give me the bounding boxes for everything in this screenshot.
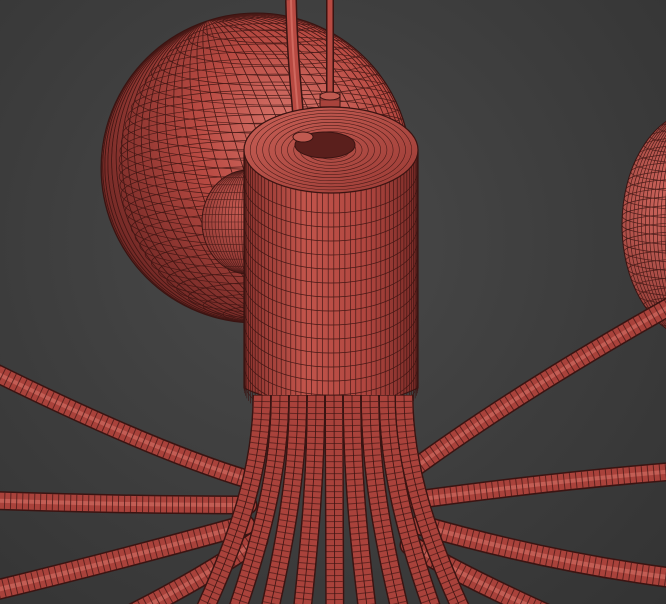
chandelier-wireframe-render xyxy=(0,0,666,604)
tube-bundle xyxy=(196,394,470,604)
cylindrical-canopy xyxy=(243,106,419,429)
3d-viewport[interactable] xyxy=(0,0,666,604)
tube-arm-wire xyxy=(0,366,253,488)
